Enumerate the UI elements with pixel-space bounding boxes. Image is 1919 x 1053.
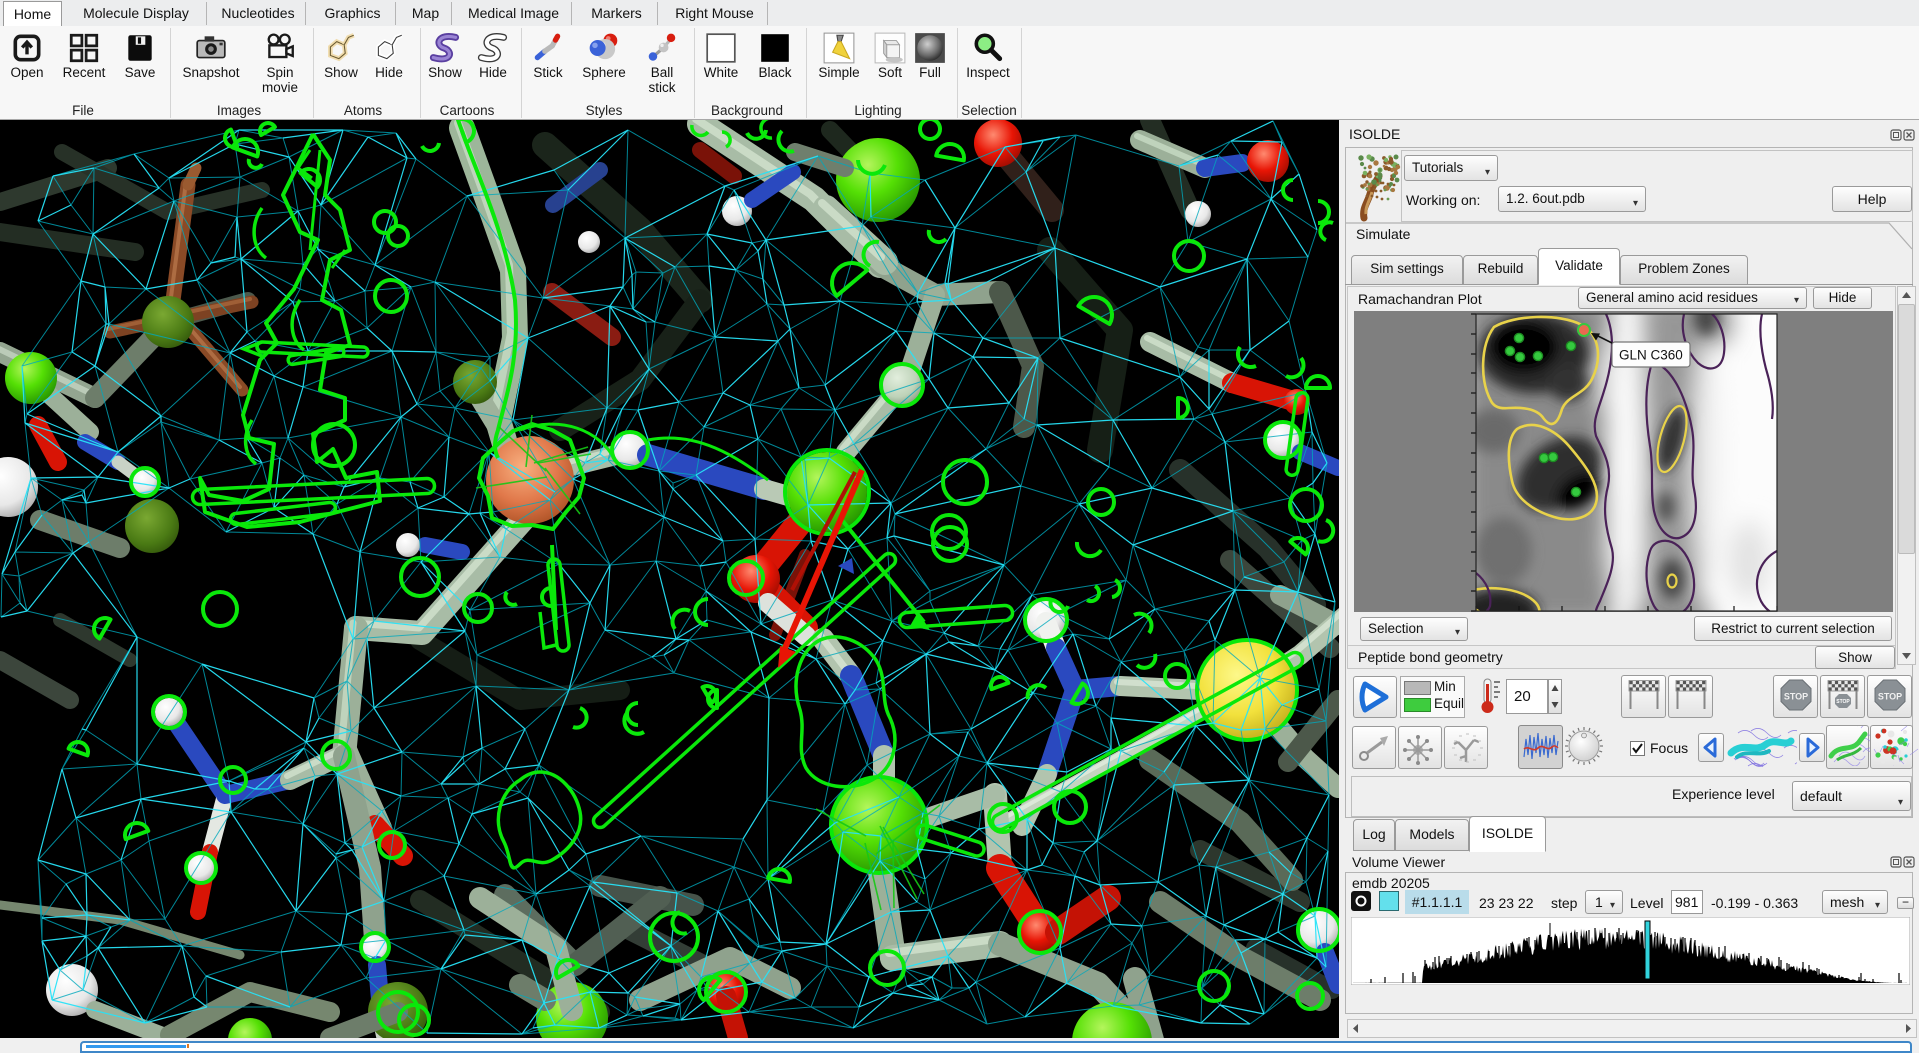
svg-text:STOP: STOP bbox=[1877, 692, 1901, 702]
svg-text:STOP: STOP bbox=[1783, 692, 1807, 702]
svg-text:GLN C360: GLN C360 bbox=[1619, 348, 1683, 363]
svg-text:STOP: STOP bbox=[1836, 699, 1850, 705]
